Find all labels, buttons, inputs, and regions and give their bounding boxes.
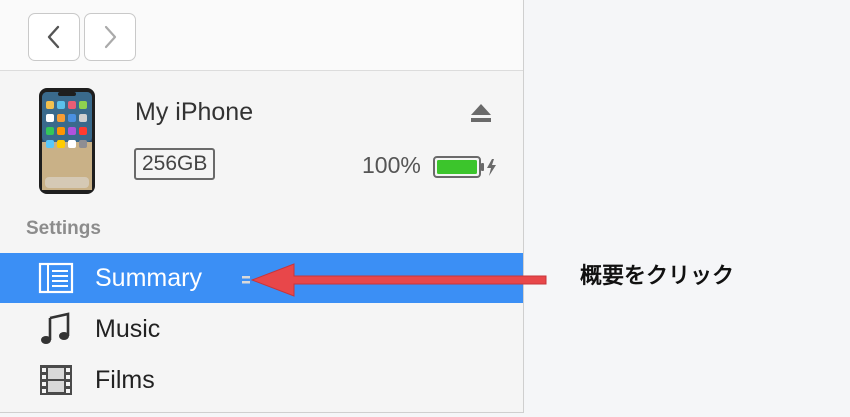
sidebar: My iPhone 256GB 100% Settings Summary Mu… — [0, 0, 524, 413]
capacity-badge: 256GB — [134, 148, 216, 180]
eject-icon[interactable] — [469, 102, 493, 124]
battery-percentage: 100% — [362, 152, 421, 178]
battery-charging-icon — [433, 156, 496, 178]
back-button[interactable] — [28, 13, 80, 61]
sidebar-item-music[interactable]: Music — [0, 304, 523, 354]
device-name: My iPhone — [135, 98, 254, 126]
toolbar — [0, 0, 523, 71]
sidebar-item-label: Music — [95, 315, 161, 343]
forward-button[interactable] — [84, 13, 136, 61]
sidebar-item-label: Summary — [95, 264, 202, 292]
film-strip-icon — [40, 365, 72, 395]
iphone-device-icon — [39, 88, 95, 194]
chevron-right-icon — [104, 25, 117, 49]
callout-text: 概要をクリック — [580, 264, 735, 289]
itunes-window: My iPhone 256GB 100% Settings Summary Mu… — [0, 0, 850, 417]
sidebar-item-films[interactable]: Films — [0, 355, 523, 405]
settings-section-label: Settings — [26, 218, 101, 239]
summary-list-icon — [38, 262, 74, 294]
music-note-icon — [41, 312, 70, 344]
annotation-arrow — [242, 263, 547, 297]
sidebar-item-label: Films — [95, 366, 155, 394]
chevron-left-icon — [47, 25, 60, 49]
